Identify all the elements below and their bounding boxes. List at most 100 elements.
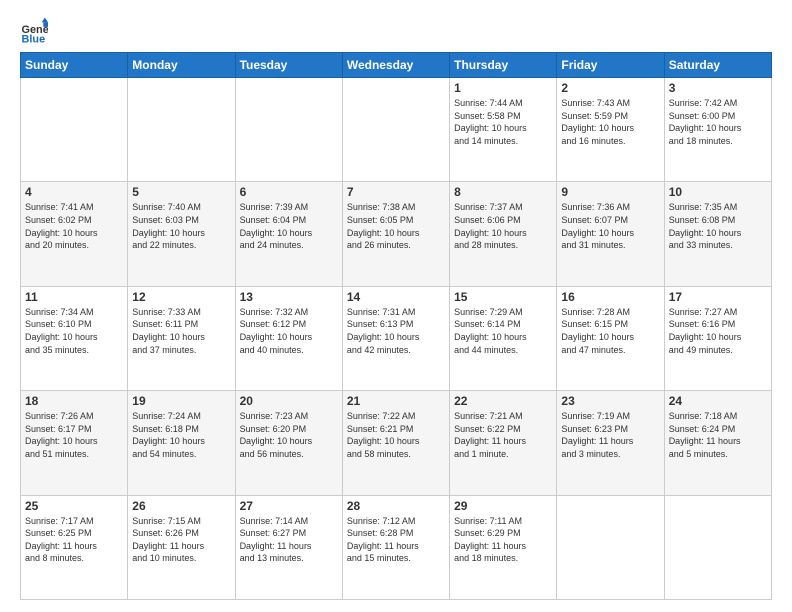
day-info: Sunrise: 7:21 AM Sunset: 6:22 PM Dayligh… [454,410,552,460]
day-number: 29 [454,499,552,513]
weekday-header-wednesday: Wednesday [342,53,449,78]
calendar-cell: 12Sunrise: 7:33 AM Sunset: 6:11 PM Dayli… [128,286,235,390]
weekday-header-row: SundayMondayTuesdayWednesdayThursdayFrid… [21,53,772,78]
calendar-cell: 26 Sunrise: 7:15 AM Sunset: 6:26 PM Dayli… [128,495,235,599]
calendar-cell: 5 Sunrise: 7:40 AM Sunset: 6:03 PM Daylig… [128,182,235,286]
week-row-3: 18 Sunrise: 7:26 AM Sunset: 6:17 PM Dayli… [21,391,772,495]
day-info: Sunrise: 7:37 AM Sunset: 6:06 PM Dayligh… [454,201,552,251]
calendar-cell: 2 Sunrise: 7:43 AM Sunset: 5:59 PM Daylig… [557,78,664,182]
calendar-cell: 19 Sunrise: 7:24 AM Sunset: 6:18 PM Dayli… [128,391,235,495]
day-number: 25 [25,499,123,513]
day-info: Sunrise: 7:38 AM Sunset: 6:05 PM Dayligh… [347,201,445,251]
day-info: Sunrise: 7:18 AM Sunset: 6:24 PM Dayligh… [669,410,767,460]
day-info: Sunrise: 7:27 AM Sunset: 6:16 PM Dayligh… [669,306,767,356]
week-row-0: 1Sunrise: 7:44 AM Sunset: 5:58 PM Daylig… [21,78,772,182]
day-number: 20 [240,394,338,408]
day-info: Sunrise: 7:36 AM Sunset: 6:07 PM Dayligh… [561,201,659,251]
calendar-cell [128,78,235,182]
day-info: Sunrise: 7:17 AM Sunset: 6:25 PM Dayligh… [25,515,123,565]
day-number: 9 [561,185,659,199]
day-number: 24 [669,394,767,408]
day-number: 5 [132,185,230,199]
calendar-cell: 17 Sunrise: 7:27 AM Sunset: 6:16 PM Dayli… [664,286,771,390]
day-number: 19 [132,394,230,408]
calendar-cell: 24 Sunrise: 7:18 AM Sunset: 6:24 PM Dayli… [664,391,771,495]
day-number: 11 [25,290,123,304]
weekday-header-monday: Monday [128,53,235,78]
day-number: 4 [25,185,123,199]
calendar-cell: 8 Sunrise: 7:37 AM Sunset: 6:06 PM Daylig… [450,182,557,286]
day-info: Sunrise: 7:19 AM Sunset: 6:23 PM Dayligh… [561,410,659,460]
day-number: 26 [132,499,230,513]
calendar-cell: 10 Sunrise: 7:35 AM Sunset: 6:08 PM Dayli… [664,182,771,286]
day-info: Sunrise: 7:42 AM Sunset: 6:00 PM Dayligh… [669,97,767,147]
day-number: 28 [347,499,445,513]
day-info: Sunrise: 7:12 AM Sunset: 6:28 PM Dayligh… [347,515,445,565]
calendar-cell: 28 Sunrise: 7:12 AM Sunset: 6:28 PM Dayli… [342,495,449,599]
calendar-cell [342,78,449,182]
day-number: 2 [561,81,659,95]
calendar-cell: 11Sunrise: 7:34 AM Sunset: 6:10 PM Dayli… [21,286,128,390]
calendar-cell [557,495,664,599]
calendar-cell [21,78,128,182]
day-number: 8 [454,185,552,199]
week-row-4: 25 Sunrise: 7:17 AM Sunset: 6:25 PM Dayli… [21,495,772,599]
day-info: Sunrise: 7:32 AM Sunset: 6:12 PM Dayligh… [240,306,338,356]
day-number: 13 [240,290,338,304]
calendar-cell: 23 Sunrise: 7:19 AM Sunset: 6:23 PM Dayli… [557,391,664,495]
header: General Blue [20,16,772,44]
calendar-cell: 6 Sunrise: 7:39 AM Sunset: 6:04 PM Daylig… [235,182,342,286]
calendar-cell: 3Sunrise: 7:42 AM Sunset: 6:00 PM Daylig… [664,78,771,182]
day-info: Sunrise: 7:22 AM Sunset: 6:21 PM Dayligh… [347,410,445,460]
day-info: Sunrise: 7:28 AM Sunset: 6:15 PM Dayligh… [561,306,659,356]
day-number: 21 [347,394,445,408]
weekday-header-sunday: Sunday [21,53,128,78]
day-info: Sunrise: 7:14 AM Sunset: 6:27 PM Dayligh… [240,515,338,565]
calendar: SundayMondayTuesdayWednesdayThursdayFrid… [20,52,772,600]
calendar-cell [235,78,342,182]
calendar-cell: 29 Sunrise: 7:11 AM Sunset: 6:29 PM Dayli… [450,495,557,599]
day-info: Sunrise: 7:40 AM Sunset: 6:03 PM Dayligh… [132,201,230,251]
day-info: Sunrise: 7:11 AM Sunset: 6:29 PM Dayligh… [454,515,552,565]
day-number: 6 [240,185,338,199]
day-info: Sunrise: 7:35 AM Sunset: 6:08 PM Dayligh… [669,201,767,251]
calendar-cell: 20Sunrise: 7:23 AM Sunset: 6:20 PM Dayli… [235,391,342,495]
calendar-cell: 27 Sunrise: 7:14 AM Sunset: 6:27 PM Dayli… [235,495,342,599]
svg-text:Blue: Blue [22,33,46,44]
day-info: Sunrise: 7:43 AM Sunset: 5:59 PM Dayligh… [561,97,659,147]
day-number: 23 [561,394,659,408]
day-info: Sunrise: 7:33 AM Sunset: 6:11 PM Dayligh… [132,306,230,356]
day-number: 27 [240,499,338,513]
day-number: 16 [561,290,659,304]
page: General Blue SundayMondayTuesdayWednesda… [0,0,792,612]
calendar-cell [664,495,771,599]
calendar-cell: 16 Sunrise: 7:28 AM Sunset: 6:15 PM Dayli… [557,286,664,390]
day-info: Sunrise: 7:24 AM Sunset: 6:18 PM Dayligh… [132,410,230,460]
day-info: Sunrise: 7:41 AM Sunset: 6:02 PM Dayligh… [25,201,123,251]
day-number: 22 [454,394,552,408]
calendar-cell: 1Sunrise: 7:44 AM Sunset: 5:58 PM Daylig… [450,78,557,182]
week-row-2: 11Sunrise: 7:34 AM Sunset: 6:10 PM Dayli… [21,286,772,390]
day-number: 1 [454,81,552,95]
calendar-cell: 14 Sunrise: 7:31 AM Sunset: 6:13 PM Dayli… [342,286,449,390]
day-number: 15 [454,290,552,304]
day-number: 10 [669,185,767,199]
calendar-cell: 21 Sunrise: 7:22 AM Sunset: 6:21 PM Dayli… [342,391,449,495]
day-info: Sunrise: 7:26 AM Sunset: 6:17 PM Dayligh… [25,410,123,460]
weekday-header-tuesday: Tuesday [235,53,342,78]
day-info: Sunrise: 7:29 AM Sunset: 6:14 PM Dayligh… [454,306,552,356]
logo-icon: General Blue [20,16,48,44]
day-info: Sunrise: 7:15 AM Sunset: 6:26 PM Dayligh… [132,515,230,565]
calendar-cell: 13 Sunrise: 7:32 AM Sunset: 6:12 PM Dayli… [235,286,342,390]
day-info: Sunrise: 7:39 AM Sunset: 6:04 PM Dayligh… [240,201,338,251]
day-info: Sunrise: 7:31 AM Sunset: 6:13 PM Dayligh… [347,306,445,356]
day-number: 18 [25,394,123,408]
calendar-cell: 22 Sunrise: 7:21 AM Sunset: 6:22 PM Dayli… [450,391,557,495]
day-number: 17 [669,290,767,304]
calendar-cell: 25 Sunrise: 7:17 AM Sunset: 6:25 PM Dayli… [21,495,128,599]
calendar-cell: 4 Sunrise: 7:41 AM Sunset: 6:02 PM Daylig… [21,182,128,286]
calendar-cell: 9 Sunrise: 7:36 AM Sunset: 6:07 PM Daylig… [557,182,664,286]
day-number: 7 [347,185,445,199]
calendar-cell: 18 Sunrise: 7:26 AM Sunset: 6:17 PM Dayli… [21,391,128,495]
day-number: 14 [347,290,445,304]
